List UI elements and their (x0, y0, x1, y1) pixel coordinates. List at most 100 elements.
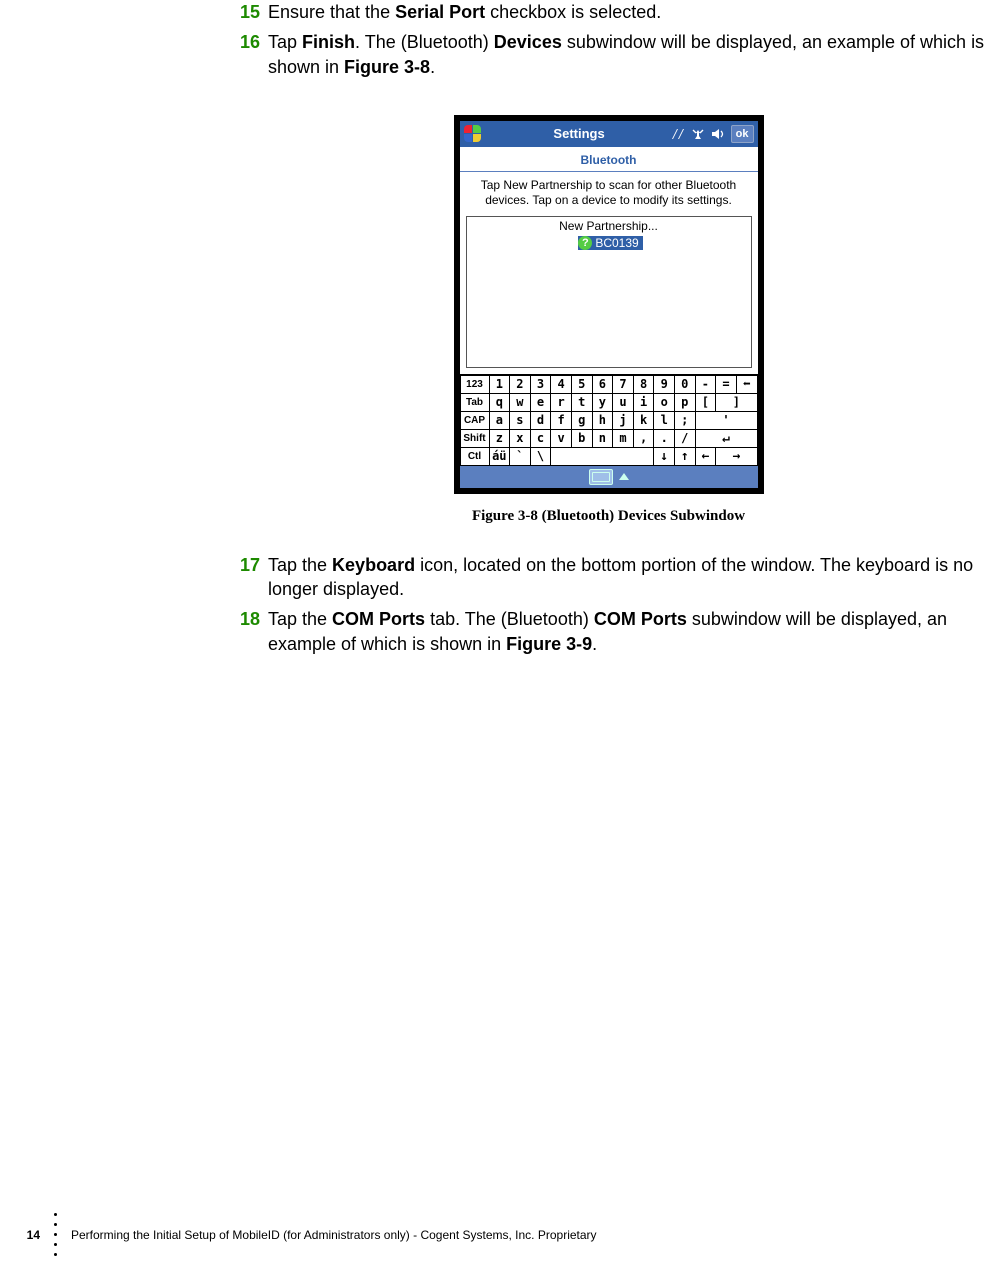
page-footer: 14 Performing the Initial Setup of Mobil… (0, 1213, 985, 1256)
key-down[interactable]: ↓ (654, 447, 675, 465)
key-backtick[interactable]: ` (510, 447, 531, 465)
key-4[interactable]: 4 (551, 375, 572, 393)
key-6[interactable]: 6 (592, 375, 613, 393)
key-8[interactable]: 8 (633, 375, 654, 393)
key-3[interactable]: 3 (530, 375, 551, 393)
device-status-icon: ? (578, 236, 592, 250)
key-bracket-l[interactable]: [ (695, 393, 716, 411)
key-f[interactable]: f (551, 411, 572, 429)
step-15: 15 Ensure that the Serial Port checkbox … (232, 0, 985, 24)
step-text: Tap Finish. The (Bluetooth) Devices subw… (268, 30, 985, 79)
key-space[interactable] (551, 447, 654, 465)
bold-text: Serial Port (395, 2, 485, 22)
key-m[interactable]: m (613, 429, 634, 447)
step-number: 18 (232, 607, 260, 656)
key-q[interactable]: q (489, 393, 510, 411)
key-z[interactable]: z (489, 429, 510, 447)
key-semicolon[interactable]: ; (674, 411, 695, 429)
key-0[interactable]: 0 (674, 375, 695, 393)
key-7[interactable]: 7 (613, 375, 634, 393)
text: . The (Bluetooth) (355, 32, 494, 52)
key-backslash[interactable]: \ (530, 447, 551, 465)
bold-text: Figure 3-9 (506, 634, 592, 654)
key-intl[interactable]: áü (489, 447, 510, 465)
instruction-text: Tap New Partnership to scan for other Bl… (460, 172, 758, 216)
key-j[interactable]: j (613, 411, 634, 429)
step-17: 17 Tap the Keyboard icon, located on the… (232, 553, 985, 602)
ok-button[interactable]: ok (731, 125, 754, 143)
key-i[interactable]: i (633, 393, 654, 411)
key-x[interactable]: x (510, 429, 531, 447)
key-k[interactable]: k (633, 411, 654, 429)
input-method-up-icon[interactable] (619, 473, 629, 480)
key-bracket-r[interactable]: ] (716, 393, 757, 411)
key-comma[interactable]: , (633, 429, 654, 447)
key-d[interactable]: d (530, 411, 551, 429)
step-text: Ensure that the Serial Port checkbox is … (268, 0, 661, 24)
step-number: 15 (232, 0, 260, 24)
signal-icon[interactable] (691, 128, 705, 140)
key-e[interactable]: e (530, 393, 551, 411)
key-tab[interactable]: Tab (460, 393, 489, 411)
key-equals[interactable]: = (716, 375, 737, 393)
key-h[interactable]: h (592, 411, 613, 429)
key-o[interactable]: o (654, 393, 675, 411)
key-right[interactable]: → (716, 447, 757, 465)
paired-device-item[interactable]: ? BC0139 (578, 236, 642, 250)
key-2[interactable]: 2 (510, 375, 531, 393)
key-n[interactable]: n (592, 429, 613, 447)
step-18: 18 Tap the COM Ports tab. The (Bluetooth… (232, 607, 985, 656)
key-1[interactable]: 1 (489, 375, 510, 393)
speaker-icon[interactable] (711, 128, 725, 140)
key-backspace[interactable]: ⬅ (736, 375, 757, 393)
bold-text: Devices (494, 32, 562, 52)
key-5[interactable]: 5 (571, 375, 592, 393)
figure-3-8: Settings ok Bluetooth Tap New Partnershi… (232, 115, 985, 494)
bottom-command-bar (460, 466, 758, 488)
key-quote[interactable]: ' (695, 411, 757, 429)
key-g[interactable]: g (571, 411, 592, 429)
manual-page: 15 Ensure that the Serial Port checkbox … (0, 0, 985, 1282)
text: . (430, 57, 435, 77)
step-text: Tap the Keyboard icon, located on the bo… (268, 553, 985, 602)
window-title: Settings (488, 126, 671, 141)
status-icons: ok (671, 125, 754, 143)
on-screen-keyboard[interactable]: 123 1 2 3 4 5 6 7 8 9 0 - = (460, 374, 758, 466)
key-l[interactable]: l (654, 411, 675, 429)
key-9[interactable]: 9 (654, 375, 675, 393)
text: tab. The (Bluetooth) (425, 609, 594, 629)
devices-listbox[interactable]: New Partnership... ? BC0139 (466, 216, 752, 368)
key-a[interactable]: a (489, 411, 510, 429)
key-c[interactable]: c (530, 429, 551, 447)
key-enter[interactable]: ↵ (695, 429, 757, 447)
key-123[interactable]: 123 (460, 375, 489, 393)
key-y[interactable]: y (592, 393, 613, 411)
key-t[interactable]: t (571, 393, 592, 411)
key-up[interactable]: ↑ (674, 447, 695, 465)
key-period[interactable]: . (654, 429, 675, 447)
key-b[interactable]: b (571, 429, 592, 447)
device-name: BC0139 (595, 236, 638, 250)
step-number: 17 (232, 553, 260, 602)
key-u[interactable]: u (613, 393, 634, 411)
device-window: Settings ok Bluetooth Tap New Partnershi… (454, 115, 764, 494)
bold-text: Keyboard (332, 555, 415, 575)
key-w[interactable]: w (510, 393, 531, 411)
key-v[interactable]: v (551, 429, 572, 447)
key-r[interactable]: r (551, 393, 572, 411)
key-s[interactable]: s (510, 411, 531, 429)
key-p[interactable]: p (674, 393, 695, 411)
new-partnership-item[interactable]: New Partnership... (467, 217, 751, 235)
keyboard-toggle-icon[interactable] (589, 469, 613, 485)
key-slash[interactable]: / (674, 429, 695, 447)
footer-text: Performing the Initial Setup of MobileID… (71, 1228, 985, 1242)
bold-text: Finish (302, 32, 355, 52)
windows-logo-icon[interactable] (464, 125, 482, 143)
key-ctl[interactable]: Ctl (460, 447, 489, 465)
key-cap[interactable]: CAP (460, 411, 489, 429)
connectivity-icon[interactable] (671, 128, 685, 140)
key-shift[interactable]: Shift (460, 429, 489, 447)
body-text-column: 15 Ensure that the Serial Port checkbox … (232, 0, 985, 662)
key-left[interactable]: ← (695, 447, 716, 465)
key-minus[interactable]: - (695, 375, 716, 393)
